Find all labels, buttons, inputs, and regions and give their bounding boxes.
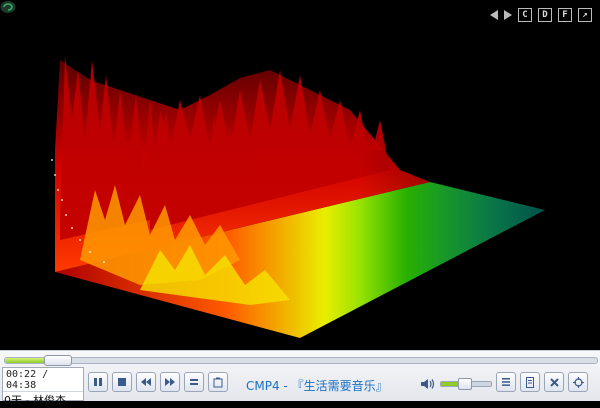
stop-button[interactable]: [112, 372, 132, 392]
now-playing-title[interactable]: CMP4 - 『生活需要音乐』: [246, 377, 388, 394]
next-icon[interactable]: [504, 10, 512, 20]
audio-visualizer: C D F ↗: [0, 0, 600, 350]
pause-button[interactable]: [88, 372, 108, 392]
seek-handle[interactable]: [43, 355, 72, 366]
tools-icon: [549, 377, 559, 387]
fast-forward-icon: [165, 378, 175, 386]
document-icon: [526, 376, 534, 388]
playlist-button[interactable]: [496, 372, 516, 392]
c-toggle-button[interactable]: C: [518, 8, 532, 22]
rewind-button[interactable]: [136, 372, 156, 392]
pause-icon: [94, 378, 102, 386]
top-controls: C D F ↗: [490, 8, 592, 22]
fullscreen-button[interactable]: [568, 372, 588, 392]
settings-button[interactable]: [544, 372, 564, 392]
volume-handle[interactable]: [457, 378, 472, 390]
seek-bar[interactable]: [4, 355, 598, 366]
fast-forward-button[interactable]: [160, 372, 180, 392]
player-logo-icon: [0, 1, 16, 13]
playmode-button[interactable]: [184, 372, 204, 392]
prev-icon[interactable]: [490, 10, 498, 20]
lyrics-button[interactable]: [208, 372, 228, 392]
spectrum-graph: [51, 55, 600, 350]
control-bar: 00:22 / 04:38 0天 - 林俊杰 CMP4 - 『生活需要音乐』: [0, 350, 600, 407]
fullscreen-expand-button[interactable]: ↗: [578, 8, 592, 22]
d-toggle-button[interactable]: D: [538, 8, 552, 22]
volume-slider[interactable]: [440, 378, 492, 390]
rewind-icon: [141, 378, 151, 386]
time-readout: 00:22 / 04:38: [6, 369, 49, 391]
time-display-box: 00:22 / 04:38 0天 - 林俊杰: [2, 367, 84, 407]
list-icon: [502, 378, 510, 386]
document-button[interactable]: [520, 372, 540, 392]
crosshair-icon: [572, 376, 584, 388]
right-controls: [496, 372, 588, 392]
transport-controls: [88, 372, 228, 392]
f-toggle-button[interactable]: F: [558, 8, 572, 22]
equals-icon: [190, 379, 198, 385]
clipboard-icon: [213, 377, 223, 387]
stop-icon: [118, 378, 126, 386]
volume-icon[interactable]: [420, 377, 436, 391]
